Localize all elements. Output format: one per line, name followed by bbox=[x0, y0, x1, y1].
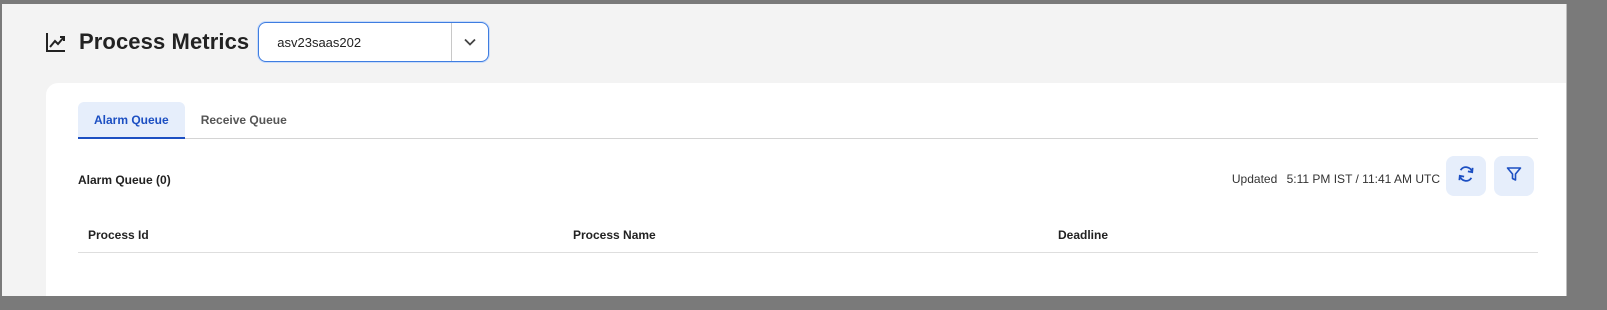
tab-bar: Alarm Queue Receive Queue bbox=[78, 102, 1538, 139]
server-select[interactable]: asv23saas202 bbox=[258, 22, 490, 62]
trending-up-icon bbox=[44, 30, 68, 54]
refresh-icon bbox=[1456, 164, 1476, 189]
updated-label: Updated bbox=[1231, 172, 1278, 186]
table-header: Process Id Process Name Deadline bbox=[78, 216, 1538, 253]
updated-timestamp: Updated 5:11 PM IST / 11:41 AM UTC bbox=[1232, 172, 1440, 186]
refresh-button[interactable] bbox=[1446, 156, 1486, 196]
chevron-down-icon[interactable] bbox=[452, 23, 488, 61]
filter-button[interactable] bbox=[1494, 156, 1534, 196]
page-title: Process Metrics bbox=[79, 29, 250, 54]
content-card: Alarm Queue Receive Queue Alarm Queue (0… bbox=[46, 83, 1566, 296]
window-border bbox=[1566, 4, 1567, 296]
page-header: Process Metrics asv23saas202 bbox=[44, 22, 490, 62]
tab-alarm-queue[interactable]: Alarm Queue bbox=[78, 102, 185, 139]
section-title: Alarm Queue (0) bbox=[78, 173, 171, 187]
updated-value: 5:11 PM IST / 11:41 AM UTC bbox=[1286, 172, 1440, 186]
app-window: Process Metrics asv23saas202 Alarm Queue… bbox=[2, 4, 1566, 296]
server-select-value: asv23saas202 bbox=[277, 34, 362, 50]
tab-receive-queue[interactable]: Receive Queue bbox=[185, 102, 303, 138]
filter-icon bbox=[1505, 165, 1523, 188]
column-header-process-name[interactable]: Process Name bbox=[573, 228, 656, 242]
column-header-deadline[interactable]: Deadline bbox=[1058, 228, 1108, 242]
column-header-process-id[interactable]: Process Id bbox=[88, 228, 149, 242]
